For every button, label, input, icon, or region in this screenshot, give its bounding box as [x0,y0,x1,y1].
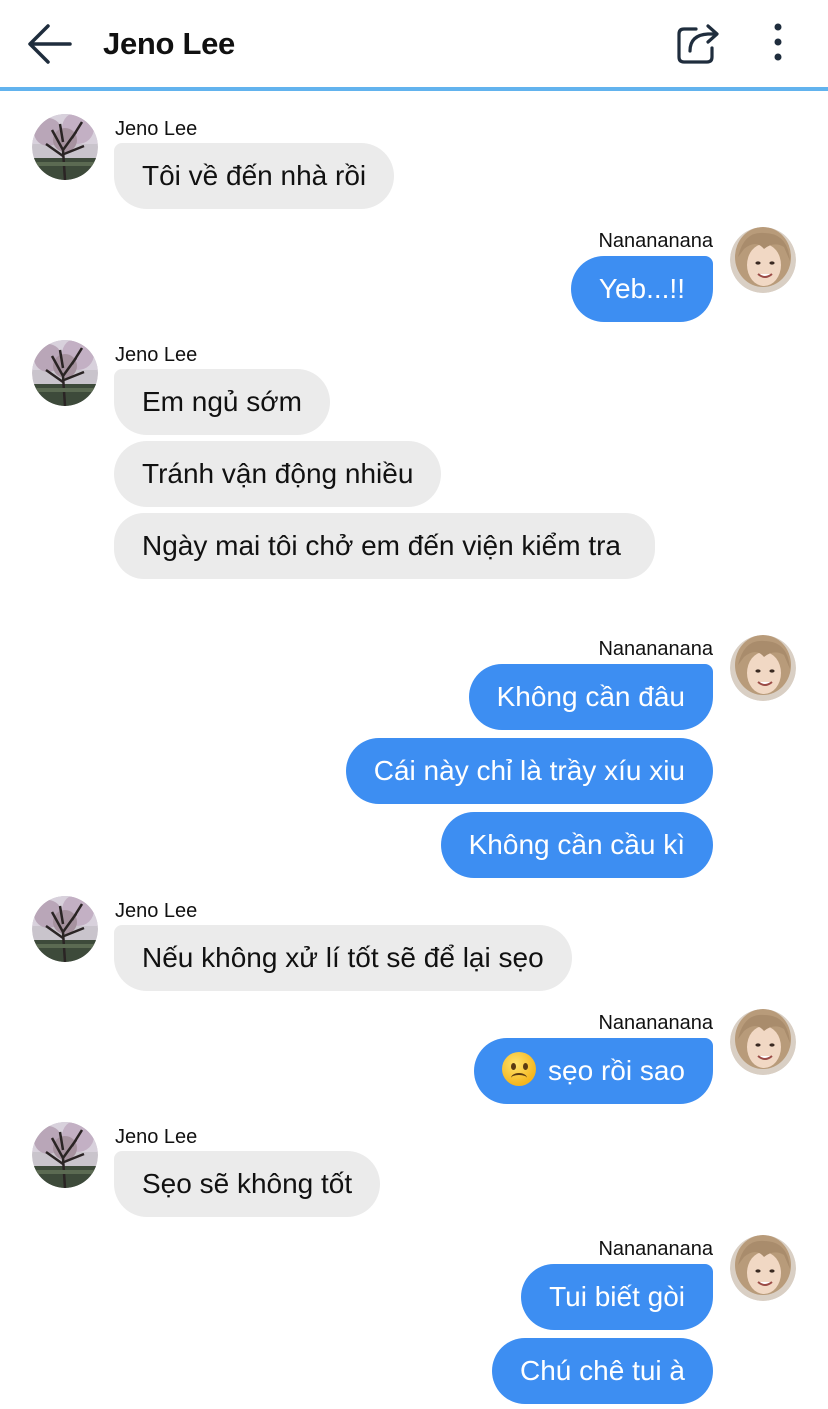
message-bubble[interactable]: Sẹo sẽ không tốt [114,1151,381,1217]
back-button[interactable] [24,22,74,66]
message-bubble[interactable]: Yeb...!! [570,256,713,322]
nanananana-avatar[interactable] [730,635,796,701]
jeno-lee-avatar[interactable] [32,340,98,406]
message-bubble[interactable]: Không cần cầu kì [440,812,713,878]
sender-name: Jeno Lee [115,344,198,366]
message-bubble[interactable]: Chú chê tui à [492,1338,713,1404]
jeno-lee-avatar[interactable] [32,1122,98,1188]
jeno-lee-avatar[interactable] [32,114,98,180]
slightly-frowning-face-emoji [502,1052,537,1086]
chat-header: Jeno Lee [0,0,828,92]
header-divider [0,87,828,91]
jeno-lee-avatar[interactable] [32,896,98,962]
share-button[interactable] [674,20,722,68]
sender-name: Nanananana [598,1012,713,1034]
nanananana-avatar[interactable] [730,227,796,293]
sender-name: Jeno Lee [115,1126,198,1148]
message-bubble[interactable]: Nếu không xử lí tốt sẽ để lại sẹo [114,925,572,991]
sender-name: Jeno Lee [115,118,198,140]
message-bubble[interactable]: Không cần đâu [468,664,713,730]
share-icon [677,24,719,64]
nanananana-avatar[interactable] [730,1235,796,1301]
message-bubble[interactable]: Tôi về đến nhà rồi [114,143,395,209]
sender-name: Nanananana [598,638,713,660]
more-options-button[interactable] [762,20,794,68]
message-bubble[interactable]: Em ngủ sớm [114,369,330,435]
sender-name: Nanananana [598,1238,713,1260]
message-bubble[interactable]: Tránh vận động nhiều [114,441,442,507]
sender-name: Jeno Lee [115,900,198,922]
message-bubble[interactable]: Tui biết gòi [521,1264,713,1330]
sender-name: Nanananana [598,230,713,252]
arrow-left-icon [28,24,72,64]
message-text: sẹo rồi sao [548,1055,685,1086]
message-bubble[interactable]: sẹo rồi sao [474,1038,713,1104]
more-vertical-icon [774,23,782,61]
nanananana-avatar[interactable] [730,1009,796,1075]
message-bubble[interactable]: Ngày mai tôi chở em đến viện kiểm tra [114,513,655,579]
page-title: Jeno Lee [103,26,235,61]
message-bubble[interactable]: Cái này chỉ là trầy xíu xiu [345,738,713,804]
